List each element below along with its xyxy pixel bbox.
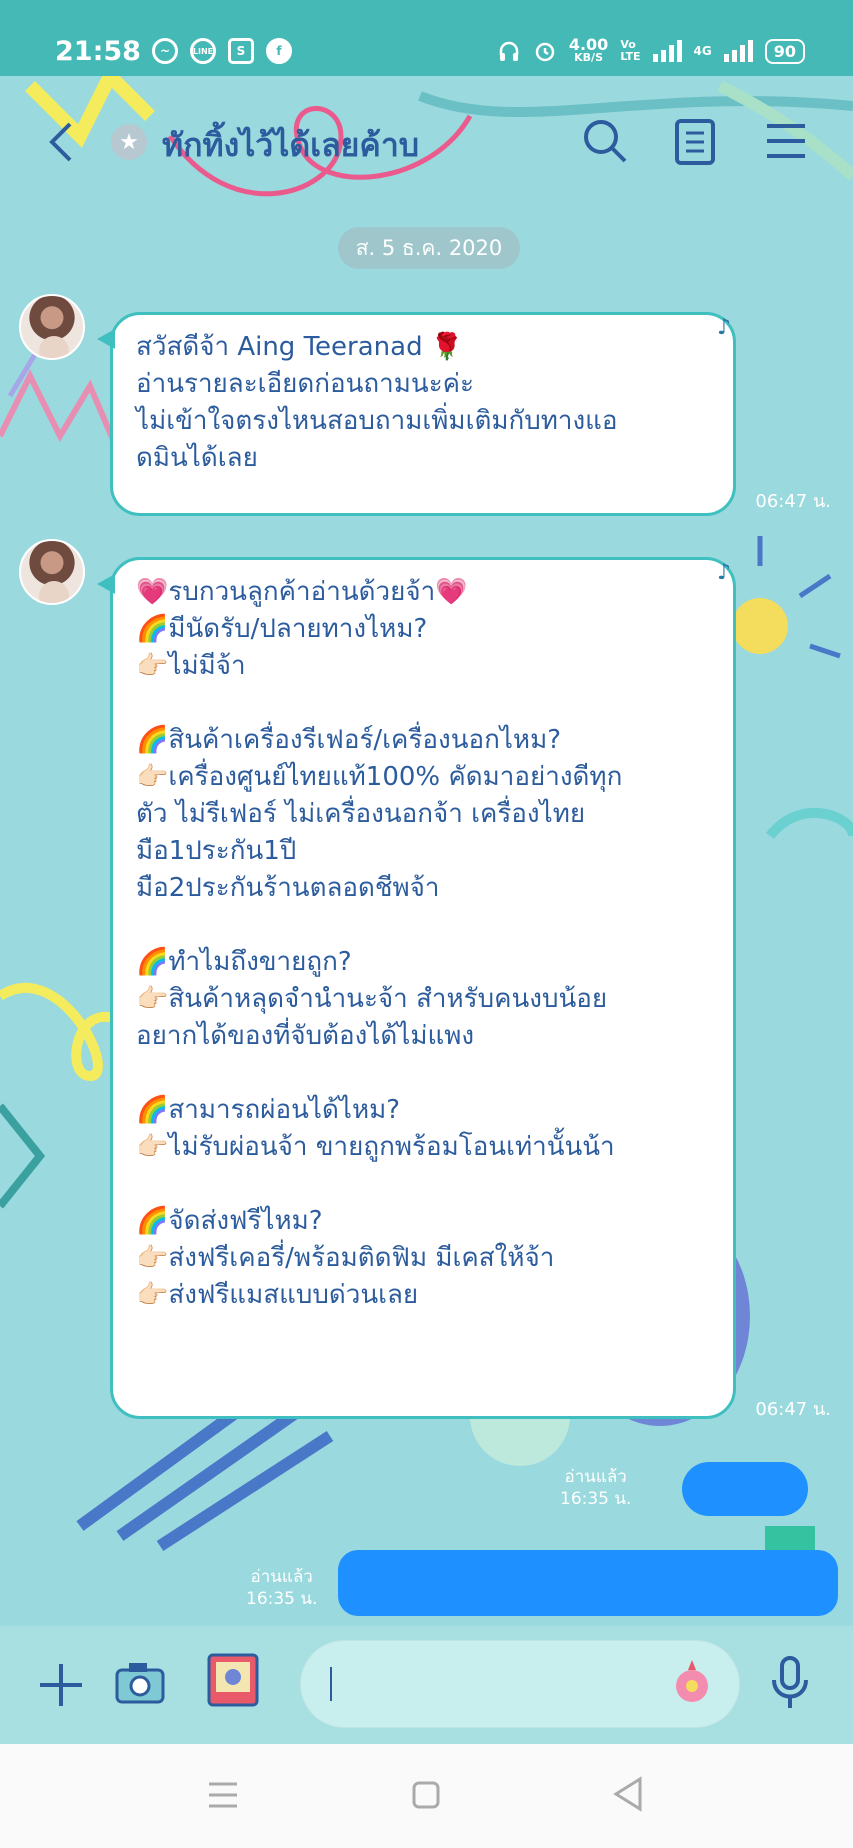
alarm-icon [535, 42, 555, 62]
signal-icon [652, 40, 682, 62]
net-speed: 4.00 KB/S [568, 35, 609, 65]
microphone-icon[interactable] [770, 1656, 810, 1710]
message-line: ดมินได้เลย [136, 443, 258, 473]
sticker-flower-icon[interactable] [670, 1658, 714, 1706]
status-time: 21:58 [55, 36, 141, 67]
status-bar: 21:58 ~ LINE S f 4.00 KB/S Vo LTE 4G 90 [0, 0, 853, 76]
message-line: สวัสดีจ้า Aing Teeranad 🌹 [136, 332, 464, 362]
photo-icon[interactable] [206, 1652, 260, 1708]
read-receipt: อ่านแล้ว 16:35 น. [246, 1567, 318, 1609]
text-cursor [330, 1667, 332, 1701]
message-line: 👉🏻สินค้าหลุดจำนำนะจ้า สำหรับคนงบน้อย [136, 984, 608, 1014]
message-line: 👉🏻ไม่รับผ่อนจ้า ขายถูกพร้อมโอนเท่านั้นน้… [136, 1132, 615, 1162]
message-line: มือ2ประกันร้านตลอดชีพจ้า [136, 873, 440, 903]
menu-icon[interactable] [765, 122, 807, 160]
message-text: สวัสดีจ้า Aing Teeranad 🌹 อ่านรายละเอียดก… [136, 329, 713, 477]
nav-back-icon[interactable] [612, 1776, 644, 1812]
message-line [136, 1055, 713, 1092]
search-icon[interactable] [582, 118, 628, 164]
avatar[interactable] [19, 539, 85, 605]
message-line: 🌈ทำไมถึงขายถูก? [136, 947, 352, 977]
message-line: ตัว ไม่รีเฟอร์ ไม่เครื่องนอกจ้า เครื่องไ… [136, 799, 586, 829]
message-text: 💗รบกวนลูกค้าอ่านด้วยจ้า💗 🌈มีนัดรับ/ปลายทา… [136, 574, 713, 1314]
message-line: 👉🏻เครื่องศูนย์ไทยแท้100% คัดมาอย่างดีทุก [136, 762, 623, 792]
messenger-icon: ~ [152, 38, 178, 64]
shopee-icon: S [228, 38, 254, 64]
music-note-icon: ♪ [716, 315, 731, 340]
sent-message-redacted[interactable] [682, 1462, 808, 1516]
message-line: 🌈จัดส่งฟรีไหม? [136, 1206, 323, 1236]
message-bubble[interactable]: ♪ 💗รบกวนลูกค้าอ่านด้วยจ้า💗 🌈มีนัดรับ/ปลาย… [97, 557, 736, 1419]
plus-icon[interactable] [38, 1662, 84, 1708]
message-line [136, 907, 713, 944]
message-line: 👉🏻ส่งฟรีเคอรี่/พร้อมติดฟิม มีเคสให้จ้า [136, 1243, 555, 1273]
message-line [136, 1166, 713, 1203]
message-time: 06:47 น. [755, 491, 831, 512]
avatar[interactable] [19, 294, 85, 360]
message-bubble[interactable]: ♪ สวัสดีจ้า Aing Teeranad 🌹 อ่านรายละเอีย… [97, 312, 736, 516]
battery-indicator: 90 [764, 38, 805, 64]
message-line: อ่านรายละเอียดก่อนถามนะค่ะ [136, 369, 475, 399]
notification-icons: ~ LINE S f [152, 38, 292, 64]
read-receipt: อ่านแล้ว 16:35 น. [560, 1467, 632, 1509]
recent-apps-icon[interactable] [207, 1780, 239, 1810]
camera-icon[interactable] [115, 1660, 165, 1704]
message-line: อยากได้ของที่จับต้องได้ไม่แพง [136, 1021, 475, 1051]
message-line: มือ1ประกัน1ปี [136, 836, 297, 866]
message-time: 06:47 น. [755, 1399, 831, 1420]
status-indicators: 4.00 KB/S Vo LTE 4G 90 [497, 35, 805, 65]
message-line: 👉🏻ส่งฟรีแมสแบบด่วนเลย [136, 1280, 419, 1310]
sent-message-redacted[interactable] [338, 1550, 838, 1616]
network-type: 4G [693, 44, 712, 58]
volte-label: Vo LTE [620, 38, 641, 63]
headphones-icon [499, 41, 519, 61]
back-icon[interactable] [44, 120, 78, 164]
message-line: ไม่เข้าใจตรงไหนสอบถามเพิ่มเติมกับทางแอ [136, 406, 618, 436]
message-line: 💗รบกวนลูกค้าอ่านด้วยจ้า💗 [136, 577, 468, 607]
message-line: 👉🏻ไม่มีจ้า [136, 651, 246, 681]
facebook-icon: f [266, 38, 292, 64]
signal-icon-2 [723, 40, 753, 62]
music-note-icon: ♪ [716, 560, 731, 585]
date-chip: ส. 5 ธ.ค. 2020 [338, 227, 520, 269]
home-icon[interactable] [411, 1780, 441, 1810]
notes-icon[interactable] [674, 118, 716, 166]
message-line [136, 685, 713, 722]
star-icon: ★ [111, 124, 147, 160]
line-icon: LINE [190, 38, 216, 64]
chat-title[interactable]: ทักทิ้งไว้ได้เลยค้าบ [162, 120, 419, 171]
message-line: 🌈สินค้าเครื่องรีเฟอร์/เครื่องนอกไหม? [136, 725, 562, 755]
message-line: 🌈สามารถผ่อนได้ไหม? [136, 1095, 401, 1125]
message-line: 🌈มีนัดรับ/ปลายทางไหม? [136, 614, 428, 644]
